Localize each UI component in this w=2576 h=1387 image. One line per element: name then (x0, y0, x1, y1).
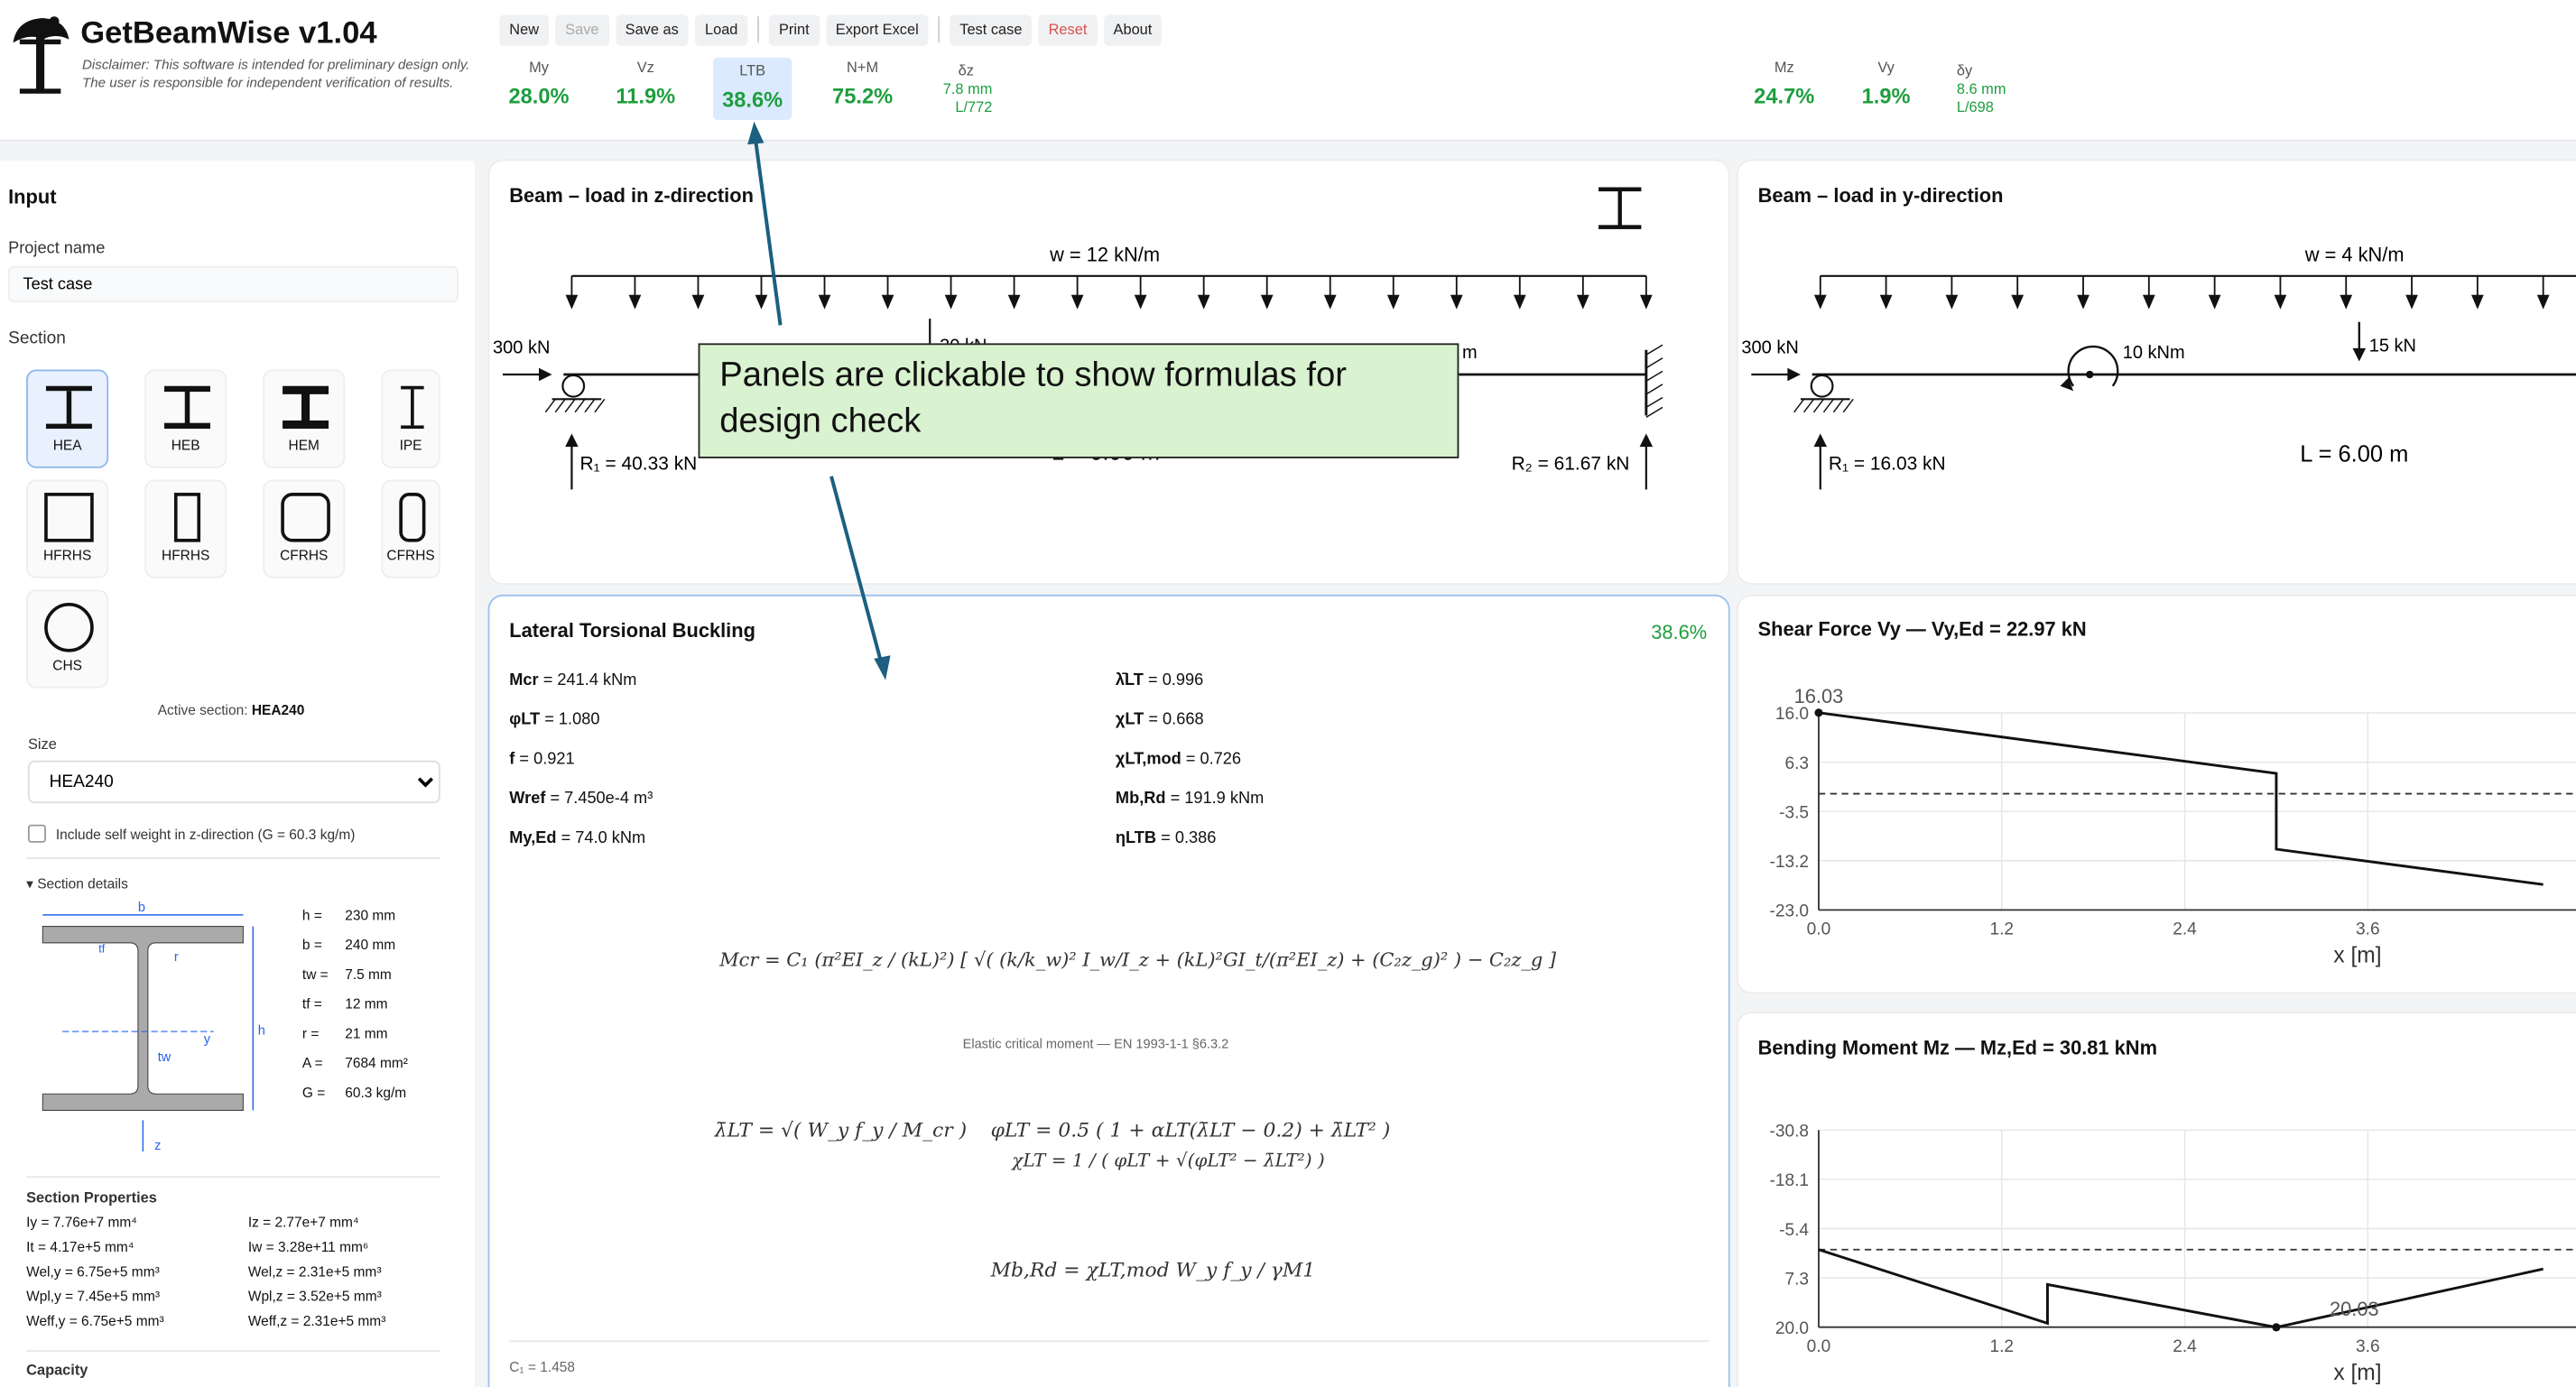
callout-note: Panels are clickable to show formulas fo… (698, 343, 1459, 458)
callout-arrows (747, 121, 891, 680)
